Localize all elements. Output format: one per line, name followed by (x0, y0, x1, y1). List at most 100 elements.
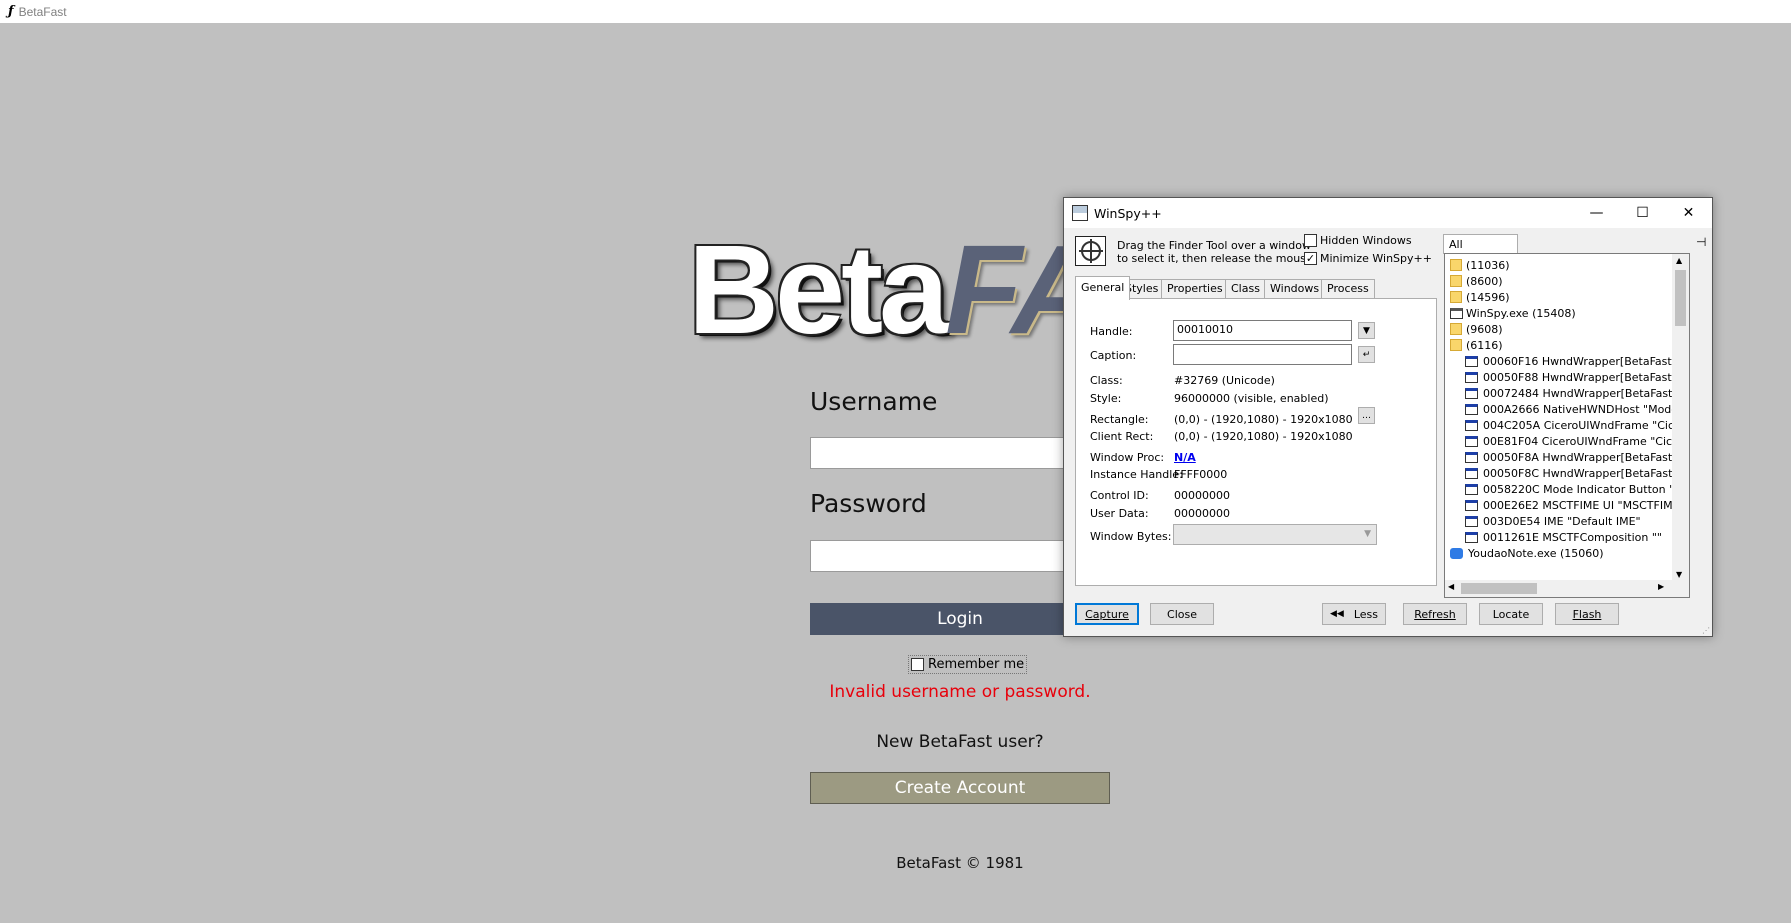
window-bytes-dropdown[interactable]: ▼ (1173, 524, 1377, 545)
tree-item[interactable]: (11036) (1450, 257, 1510, 273)
capture-button[interactable]: Capture (1075, 603, 1139, 625)
client-rect-label: Client Rect: (1090, 430, 1154, 443)
tree-item[interactable]: 00050F8C HwndWrapper[BetaFast.e (1465, 465, 1683, 481)
tree-item[interactable]: WinSpy.exe (15408) (1450, 305, 1576, 321)
maximize-button[interactable]: ☐ (1620, 198, 1665, 228)
tree-item-label: 00050F88 HwndWrapper[BetaFast.e (1483, 370, 1682, 384)
horizontal-scroll-thumb[interactable] (1461, 583, 1537, 594)
capture-label: Capture (1085, 607, 1129, 621)
window-tree[interactable]: (11036) (8600) (14596) WinSpy.exe (15408) (9… (1444, 253, 1690, 598)
tab-windows[interactable]: Windows (1264, 279, 1326, 299)
tree-item[interactable]: 00060F16 HwndWrapper[BetaFast.e (1465, 353, 1682, 369)
tree-item-label: (6116) (1466, 338, 1503, 352)
minimize-winspy-checkbox[interactable]: ✓ Minimize WinSpy++ (1304, 252, 1432, 265)
window-icon (1465, 419, 1478, 431)
scroll-down-icon[interactable]: ▼ (1676, 570, 1682, 579)
error-message: Invalid username or password. (829, 682, 1091, 702)
scroll-up-icon[interactable]: ▲ (1676, 256, 1682, 265)
tree-item[interactable]: (8600) (1450, 273, 1503, 289)
tree-item[interactable]: (6116) (1450, 337, 1503, 353)
window-proc-label: Window Proc: (1090, 451, 1165, 464)
window-icon (1465, 499, 1478, 511)
logo-fast-text: FA (945, 232, 1063, 347)
tree-item[interactable]: 00050F88 HwndWrapper[BetaFast.e (1465, 369, 1682, 385)
refresh-button[interactable]: Refresh (1403, 603, 1467, 625)
tree-item[interactable]: 000A2666 NativeHWNDHost "Mode I (1465, 401, 1685, 417)
finder-text-line1: Drag the Finder Tool over a window (1117, 239, 1311, 252)
tree-item-label: 00050F8A HwndWrapper[BetaFast.e (1483, 450, 1683, 464)
betafast-logo: BetaFA (688, 232, 1063, 347)
window-icon (1465, 371, 1478, 383)
instance-handle-label: Instance Handle: (1090, 468, 1183, 481)
rectangle-more-button[interactable]: … (1358, 407, 1375, 424)
create-account-button[interactable]: Create Account (810, 772, 1110, 804)
logo-beta-text: Beta (688, 232, 949, 347)
finder-tool[interactable] (1075, 236, 1106, 266)
tree-item-label: (14596) (1466, 290, 1510, 304)
winspy-app-icon (1450, 307, 1463, 319)
caption-field[interactable] (1173, 344, 1352, 365)
winspy-title-bar[interactable]: WinSpy++ — ☐ ✕ (1064, 198, 1712, 228)
tree-item[interactable]: 00E81F04 CiceroUIWndFrame "Cicer (1465, 433, 1683, 449)
remember-me-box[interactable] (911, 658, 924, 671)
tree-item-label: 000A2666 NativeHWNDHost "Mode I (1483, 402, 1685, 416)
locate-button[interactable]: Locate (1479, 603, 1543, 625)
tree-horizontal-scrollbar[interactable]: ◀ ▶ (1445, 580, 1689, 597)
tree-item-label: (9608) (1466, 322, 1503, 336)
remember-me-label: Remember me (928, 657, 1025, 672)
app-title: BetaFast (18, 4, 67, 19)
window-icon (1465, 355, 1478, 367)
tree-item[interactable]: 00072484 HwndWrapper[BetaFast.e (1465, 385, 1683, 401)
caption-set-button[interactable]: ↵ (1358, 346, 1375, 363)
tree-item-label: 0011261E MSCTFComposition "" (1483, 530, 1662, 544)
rectangle-label: Rectangle: (1090, 413, 1149, 426)
tree-item[interactable]: (9608) (1450, 321, 1503, 337)
tree-item[interactable]: YoudaoNote.exe (15060) (1450, 545, 1604, 561)
style-label: Style: (1090, 392, 1122, 405)
scroll-left-icon[interactable]: ◀ (1448, 582, 1454, 591)
resize-grip-icon[interactable]: ⋰ (1702, 626, 1710, 635)
minimize-button[interactable]: — (1574, 198, 1619, 228)
tree-item-label: (11036) (1466, 258, 1510, 272)
tree-vertical-scrollbar[interactable]: ▲ ▼ (1672, 254, 1689, 581)
vertical-scroll-thumb[interactable] (1675, 270, 1686, 326)
tree-item[interactable]: 00050F8A HwndWrapper[BetaFast.e (1465, 449, 1683, 465)
folder-icon (1450, 291, 1462, 303)
folder-icon (1450, 339, 1462, 351)
flash-label: Flash (1572, 607, 1602, 621)
tab-class[interactable]: Class (1225, 279, 1266, 299)
less-button[interactable]: ◀◀ Less (1322, 603, 1386, 625)
tree-item-label: 00050F8C HwndWrapper[BetaFast.e (1483, 466, 1683, 480)
minimize-winspy-box[interactable]: ✓ (1304, 252, 1317, 265)
scroll-right-icon[interactable]: ▶ (1658, 582, 1664, 591)
remember-me-checkbox[interactable]: Remember me (908, 655, 1028, 674)
footer-copyright: BetaFast © 1981 (896, 854, 1024, 872)
window-icon (1465, 483, 1478, 495)
finder-instructions: Drag the Finder Tool over a window to se… (1117, 239, 1313, 265)
new-user-text: New BetaFast user? (876, 732, 1044, 752)
hidden-windows-box[interactable] (1304, 234, 1317, 247)
tree-item[interactable]: 0058220C Mode Indicator Button "" (1465, 481, 1679, 497)
close-window-button[interactable]: ✕ (1666, 198, 1711, 228)
tree-item[interactable]: 003D0E54 IME "Default IME" (1465, 513, 1641, 529)
window-proc-link[interactable]: N/A (1174, 451, 1196, 464)
tab-process[interactable]: Process (1321, 279, 1375, 299)
tab-general[interactable]: General (1075, 276, 1131, 300)
handle-dropdown-button[interactable]: ▼ (1358, 322, 1375, 339)
handle-label: Handle: (1090, 325, 1133, 338)
tree-item[interactable]: 004C205A CiceroUIWndFrame "Cicer (1465, 417, 1685, 433)
refresh-label: Refresh (1414, 607, 1456, 621)
handle-field[interactable]: 00010010 (1173, 320, 1352, 341)
caption-label: Caption: (1090, 349, 1137, 362)
tab-properties[interactable]: Properties (1161, 279, 1229, 299)
tab-all-windows[interactable]: All Windows (1443, 234, 1518, 264)
close-button[interactable]: Close (1150, 603, 1214, 625)
folder-icon (1450, 259, 1462, 271)
tree-item[interactable]: (14596) (1450, 289, 1510, 305)
tree-item[interactable]: 000E26E2 MSCTFIME UI "MSCTFIME (1465, 497, 1680, 513)
tree-item[interactable]: 0011261E MSCTFComposition "" (1465, 529, 1662, 545)
hidden-windows-checkbox[interactable]: Hidden Windows (1304, 234, 1412, 247)
flash-button[interactable]: Flash (1555, 603, 1619, 625)
pin-icon[interactable]: ⊣ (1696, 235, 1706, 249)
window-icon (1465, 403, 1478, 415)
